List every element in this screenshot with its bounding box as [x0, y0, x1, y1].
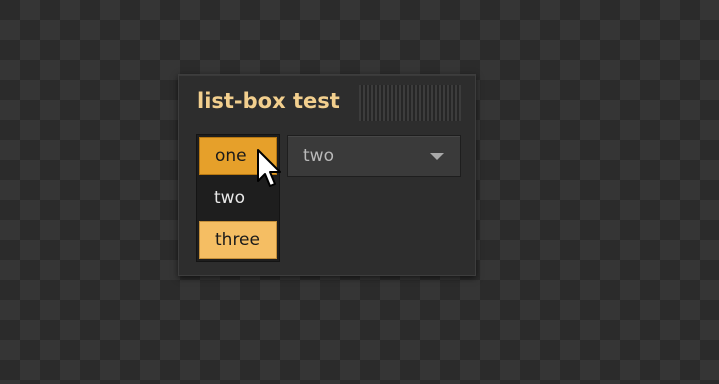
- combo-selected-value: two: [303, 146, 334, 166]
- chevron-down-icon[interactable]: [430, 153, 444, 160]
- list-box[interactable]: one two three: [196, 134, 280, 262]
- combo-box[interactable]: two: [287, 135, 461, 177]
- window-title: list-box test: [197, 89, 340, 113]
- drag-grip-handle[interactable]: [359, 85, 461, 121]
- list-item-two[interactable]: two: [199, 179, 277, 217]
- list-item-one[interactable]: one: [199, 137, 277, 175]
- list-item-three[interactable]: three: [199, 221, 277, 259]
- dialog-window: list-box test one two three two: [178, 74, 476, 276]
